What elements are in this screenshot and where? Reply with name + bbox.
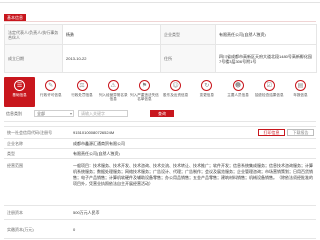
summary-table: 法定代表人/负责人/执行事务合伙人 杨勇 企业类型 有限责任公司(自然人独资) … (4, 24, 317, 73)
change-icon (201, 80, 213, 91)
type-label: 类型 (4, 149, 70, 159)
established-date-value: 2013-10-22 (63, 45, 161, 73)
section-title-tag: 基本信息 (4, 14, 26, 21)
business-scope-value: 一般项目：技术服务、技术开发、技术咨询、技术交流、技术转让、技术推广；软件开发；… (70, 159, 316, 206)
tab-label: 列入严重违法失信名单信息 (130, 93, 159, 102)
tab-label: 抽查检查结果信息 (254, 93, 284, 97)
tab-blacklist[interactable]: 列入严重违法失信名单信息 (129, 77, 160, 107)
company-name-value: 成都市鑫源汇通商贸有限公司 (70, 139, 316, 149)
section-header: 基本信息 (4, 14, 316, 22)
tab-label: 行政处罚信息 (71, 93, 93, 97)
credit-code-label: 统一社会信用代码/注册号 (4, 127, 70, 139)
company-type-label: 企业类型 (161, 25, 216, 45)
personnel-icon (232, 80, 244, 91)
tab-label: 列入经营异常名录信息 (98, 93, 128, 102)
paid-capital-label: 实缴资本(万元) (4, 220, 70, 239)
registered-capital-label: 注册资本 (4, 206, 70, 220)
permit-icon (45, 80, 57, 91)
credit-code-cell: 91510100080726524M 打印信息 下载报告 (70, 127, 316, 139)
section-divider (4, 121, 316, 122)
license-icon (14, 80, 26, 91)
info-category-tabs: 基础信息 行政许可信息 行政处罚信息 列入经营异常名录信息 列入严重违法失信名单… (4, 77, 316, 107)
keyword-input[interactable] (78, 110, 128, 117)
tab-label: 行政许可信息 (40, 93, 62, 97)
established-date-label: 成立日期 (5, 45, 63, 73)
address-label: 住所 (161, 45, 216, 73)
category-select-value: 全部 (37, 111, 45, 116)
business-scope-label: 经营范围 (4, 159, 70, 206)
company-name-label: 企业名称 (4, 139, 70, 149)
license-detail-table: 统一社会信用代码/注册号 91510100080726524M 打印信息 下载报… (4, 126, 316, 239)
tab-abnormal-list[interactable]: 列入经营异常名录信息 (98, 77, 129, 107)
annual-report-icon (294, 80, 306, 91)
tab-basic-info[interactable]: 基础信息 (4, 77, 36, 107)
inspection-icon (263, 80, 275, 91)
tab-inspection[interactable]: 抽查检查结果信息 (254, 77, 285, 107)
legal-rep-label: 法定代表人/负责人/执行事务合伙人 (5, 25, 63, 45)
company-type-value: 有限责任公司(自然人独资) (216, 25, 317, 45)
tab-label: 基础信息 (12, 93, 27, 97)
download-report-button[interactable]: 下载报告 (287, 129, 314, 136)
credit-code-value: 91510100080726524M (73, 130, 115, 135)
tab-admin-permit[interactable]: 行政许可信息 (35, 77, 66, 107)
category-select[interactable]: 全部 (34, 110, 74, 117)
tab-label: 年报信息 (293, 93, 308, 97)
paid-capital-value: 0 (70, 220, 316, 239)
tab-personnel[interactable]: 主要人员信息 (222, 77, 253, 107)
tab-admin-penalty[interactable]: 行政处罚信息 (66, 77, 97, 107)
abnormal-icon (107, 80, 119, 91)
type-value: 有限责任公司(自然人独资) (70, 149, 316, 159)
registered-capital-value: 500万元人民币 (70, 206, 316, 220)
tab-shareholders[interactable]: 股东及出资信息 (160, 77, 191, 107)
address-value: 四川省成都市高新区天府大道北段1480号高新孵化园7号楼3层306号附1号 (216, 45, 317, 73)
blacklist-icon (138, 80, 150, 91)
tab-label: 主要人员信息 (227, 93, 249, 97)
chevron-down-icon (70, 111, 72, 117)
tab-label: 变更信息 (199, 93, 214, 97)
penalty-icon (76, 80, 88, 91)
legal-rep-value: 杨勇 (63, 25, 161, 45)
tab-changes[interactable]: 变更信息 (191, 77, 222, 107)
tab-annual-report[interactable]: 年报信息 (285, 77, 316, 107)
print-button[interactable]: 打印信息 (258, 129, 285, 136)
search-button[interactable]: 查询 (150, 110, 174, 117)
top-divider (0, 2, 320, 3)
filter-bar: 信息类别 全部 查询 (4, 109, 316, 118)
shareholder-icon (170, 80, 182, 91)
tab-label: 股东及出资信息 (163, 93, 189, 97)
filter-label: 信息类别 (6, 111, 22, 116)
